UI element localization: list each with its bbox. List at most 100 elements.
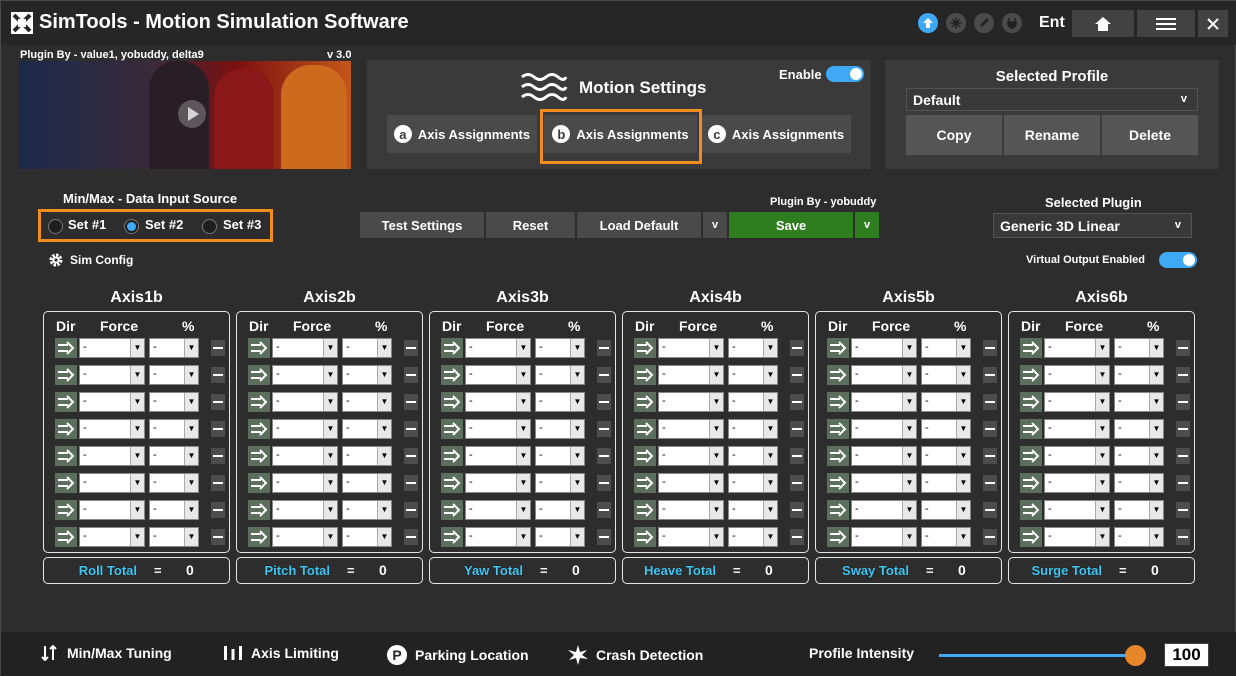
remove-row-button[interactable] (597, 475, 611, 491)
direction-toggle[interactable] (55, 392, 77, 412)
force-dropdown[interactable]: - ▼ (658, 527, 724, 547)
crash-detection-button[interactable]: Crash Detection (568, 645, 703, 665)
intensity-slider-thumb[interactable] (1125, 645, 1146, 666)
remove-row-button[interactable] (983, 394, 997, 410)
direction-toggle[interactable] (634, 473, 656, 493)
remove-row-button[interactable] (790, 448, 804, 464)
remove-row-button[interactable] (790, 475, 804, 491)
force-dropdown[interactable]: - ▼ (658, 392, 724, 412)
remove-row-button[interactable] (404, 340, 418, 356)
force-dropdown[interactable]: - ▼ (465, 365, 531, 385)
force-dropdown[interactable]: - ▼ (1044, 527, 1110, 547)
remove-row-button[interactable] (211, 367, 225, 383)
radio-set-1[interactable] (48, 219, 63, 234)
percent-dropdown[interactable]: - ▼ (728, 446, 778, 466)
remove-row-button[interactable] (404, 529, 418, 545)
direction-toggle[interactable] (441, 365, 463, 385)
percent-dropdown[interactable]: - ▼ (342, 473, 392, 493)
remove-row-button[interactable] (1176, 475, 1190, 491)
direction-toggle[interactable] (55, 500, 77, 520)
pencil-icon[interactable] (974, 13, 994, 33)
minmax-tuning-button[interactable]: Min/Max Tuning (41, 645, 172, 661)
percent-dropdown[interactable]: - ▼ (149, 527, 199, 547)
percent-dropdown[interactable]: - ▼ (149, 419, 199, 439)
direction-toggle[interactable] (248, 365, 270, 385)
force-dropdown[interactable]: - ▼ (851, 500, 917, 520)
percent-dropdown[interactable]: - ▼ (342, 500, 392, 520)
remove-row-button[interactable] (211, 448, 225, 464)
percent-dropdown[interactable]: - ▼ (535, 446, 585, 466)
direction-toggle[interactable] (248, 392, 270, 412)
remove-row-button[interactable] (597, 502, 611, 518)
force-dropdown[interactable]: - ▼ (465, 338, 531, 358)
direction-toggle[interactable] (248, 419, 270, 439)
percent-dropdown[interactable]: - ▼ (1114, 365, 1164, 385)
force-dropdown[interactable]: - ▼ (658, 419, 724, 439)
direction-toggle[interactable] (248, 338, 270, 358)
reset-button[interactable]: Reset (486, 212, 575, 238)
percent-dropdown[interactable]: - ▼ (921, 419, 971, 439)
remove-row-button[interactable] (597, 529, 611, 545)
force-dropdown[interactable]: - ▼ (272, 446, 338, 466)
direction-toggle[interactable] (634, 527, 656, 547)
percent-dropdown[interactable]: - ▼ (728, 500, 778, 520)
direction-toggle[interactable] (827, 446, 849, 466)
plug-icon[interactable] (1002, 13, 1022, 33)
percent-dropdown[interactable]: - ▼ (921, 392, 971, 412)
percent-dropdown[interactable]: - ▼ (535, 500, 585, 520)
direction-toggle[interactable] (634, 419, 656, 439)
percent-dropdown[interactable]: - ▼ (342, 392, 392, 412)
direction-toggle[interactable] (634, 365, 656, 385)
direction-toggle[interactable] (1020, 527, 1042, 547)
plugin-select[interactable]: Generic 3D Linear v (993, 213, 1192, 238)
direction-toggle[interactable] (441, 392, 463, 412)
direction-toggle[interactable] (1020, 338, 1042, 358)
direction-toggle[interactable] (827, 527, 849, 547)
direction-toggle[interactable] (634, 392, 656, 412)
direction-toggle[interactable] (827, 392, 849, 412)
remove-row-button[interactable] (404, 448, 418, 464)
force-dropdown[interactable]: - ▼ (851, 446, 917, 466)
percent-dropdown[interactable]: - ▼ (535, 527, 585, 547)
force-dropdown[interactable]: - ▼ (79, 338, 145, 358)
force-dropdown[interactable]: - ▼ (851, 419, 917, 439)
percent-dropdown[interactable]: - ▼ (535, 365, 585, 385)
remove-row-button[interactable] (404, 394, 418, 410)
percent-dropdown[interactable]: - ▼ (342, 446, 392, 466)
percent-dropdown[interactable]: - ▼ (342, 365, 392, 385)
axis-limiting-button[interactable]: Axis Limiting (223, 645, 339, 661)
direction-toggle[interactable] (441, 473, 463, 493)
percent-dropdown[interactable]: - ▼ (149, 392, 199, 412)
percent-dropdown[interactable]: - ▼ (921, 527, 971, 547)
direction-toggle[interactable] (441, 527, 463, 547)
remove-row-button[interactable] (211, 529, 225, 545)
remove-row-button[interactable] (211, 475, 225, 491)
save-button[interactable]: Save (729, 212, 853, 238)
percent-dropdown[interactable]: - ▼ (921, 338, 971, 358)
remove-row-button[interactable] (1176, 529, 1190, 545)
force-dropdown[interactable]: - ▼ (1044, 446, 1110, 466)
direction-toggle[interactable] (827, 419, 849, 439)
tab-axis-assignments-a[interactable]: a Axis Assignments (387, 115, 537, 153)
force-dropdown[interactable]: - ▼ (272, 365, 338, 385)
force-dropdown[interactable]: - ▼ (1044, 365, 1110, 385)
force-dropdown[interactable]: - ▼ (1044, 500, 1110, 520)
remove-row-button[interactable] (1176, 367, 1190, 383)
percent-dropdown[interactable]: - ▼ (535, 419, 585, 439)
tab-axis-assignments-c[interactable]: c Axis Assignments (701, 115, 851, 153)
remove-row-button[interactable] (404, 502, 418, 518)
percent-dropdown[interactable]: - ▼ (728, 392, 778, 412)
force-dropdown[interactable]: - ▼ (658, 500, 724, 520)
direction-toggle[interactable] (827, 338, 849, 358)
percent-dropdown[interactable]: - ▼ (149, 338, 199, 358)
remove-row-button[interactable] (211, 502, 225, 518)
percent-dropdown[interactable]: - ▼ (1114, 392, 1164, 412)
direction-toggle[interactable] (441, 446, 463, 466)
force-dropdown[interactable]: - ▼ (1044, 473, 1110, 493)
percent-dropdown[interactable]: - ▼ (535, 392, 585, 412)
percent-dropdown[interactable]: - ▼ (921, 473, 971, 493)
remove-row-button[interactable] (1176, 502, 1190, 518)
remove-row-button[interactable] (983, 475, 997, 491)
remove-row-button[interactable] (1176, 421, 1190, 437)
direction-toggle[interactable] (1020, 392, 1042, 412)
